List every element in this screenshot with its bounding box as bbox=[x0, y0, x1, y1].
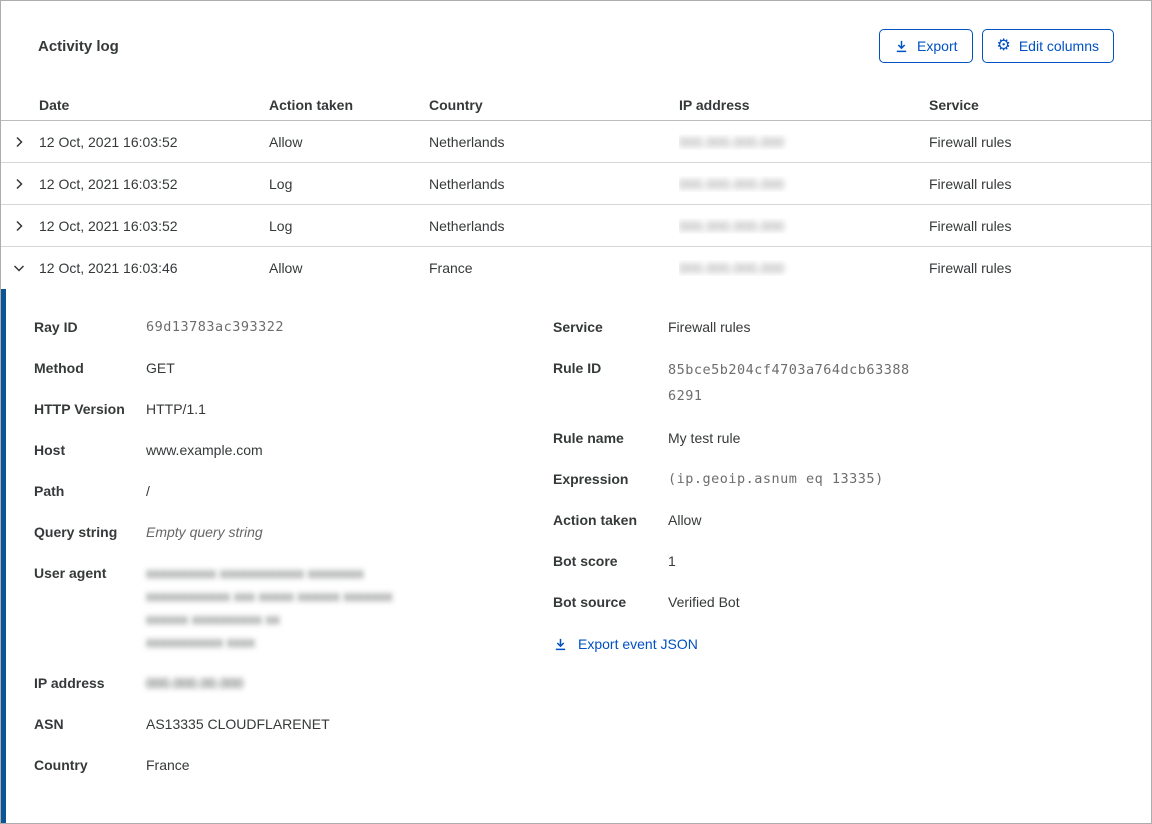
bot-source-value: Verified Bot bbox=[668, 594, 740, 610]
row-ip-redacted: 000.000.000.000 bbox=[679, 217, 785, 234]
chevron-right-icon[interactable] bbox=[11, 134, 27, 150]
rule-id-value: 85bce5b204cf4703a764dcb633886291 bbox=[668, 362, 910, 404]
chevron-down-icon[interactable] bbox=[11, 260, 27, 276]
rule-name-value: My test rule bbox=[668, 430, 741, 446]
row-ip-redacted: 000.000.000.000 bbox=[679, 260, 785, 276]
detail-item-action-taken: Action taken Allow bbox=[553, 509, 1151, 532]
row-date: 12 Oct, 2021 16:03:52 bbox=[39, 133, 178, 150]
download-icon bbox=[555, 638, 566, 650]
column-header-action: Action taken bbox=[269, 96, 354, 113]
asn-value: AS13335 CLOUDFLARENET bbox=[146, 716, 330, 732]
path-value: / bbox=[146, 483, 150, 499]
detail-item-service: Service Firewall rules bbox=[553, 316, 1151, 339]
gear-icon: ⚙ bbox=[996, 37, 1011, 54]
event-detail-right-column: Service Firewall rules Rule ID 85bce5b20… bbox=[553, 316, 1151, 823]
detail-item-ip-address: IP address 000.000.00.000 bbox=[34, 672, 553, 695]
detail-item-country: Country France bbox=[34, 754, 553, 777]
row-country: France bbox=[429, 260, 473, 276]
service-value: Firewall rules bbox=[668, 319, 751, 335]
table-row-expanded[interactable]: 12 Oct, 2021 16:03:46 Allow France 000.0… bbox=[1, 247, 1151, 289]
event-detail-left-column: Ray ID 69d13783ac393322 Method GET HTTP … bbox=[6, 316, 553, 823]
column-header-country: Country bbox=[429, 96, 483, 113]
row-country: Netherlands bbox=[429, 133, 505, 150]
detail-item-query-string: Query string Empty query string bbox=[34, 521, 553, 544]
topbar: Activity log Export ⚙ Edit columns bbox=[1, 1, 1151, 65]
method-value: GET bbox=[146, 360, 175, 376]
detail-item-host: Host www.example.com bbox=[34, 439, 553, 462]
row-date: 12 Oct, 2021 16:03:52 bbox=[39, 175, 178, 192]
export-button[interactable]: Export bbox=[879, 29, 973, 63]
expression-value: (ip.geoip.asnum eq 13335) bbox=[668, 471, 884, 487]
chevron-right-icon[interactable] bbox=[11, 176, 27, 192]
row-service: Firewall rules bbox=[929, 175, 1012, 192]
column-header-ip: IP address bbox=[679, 96, 750, 113]
row-ip-redacted: 000.000.000.000 bbox=[679, 175, 785, 192]
row-service: Firewall rules bbox=[929, 133, 1012, 150]
activity-log-table: Date Action taken Country IP address Ser… bbox=[1, 89, 1151, 289]
table-row[interactable]: 12 Oct, 2021 16:03:52 Allow Netherlands … bbox=[1, 121, 1151, 163]
chevron-right-icon[interactable] bbox=[11, 218, 27, 234]
detail-item-ray-id: Ray ID 69d13783ac393322 bbox=[34, 316, 553, 339]
export-event-json-link[interactable]: Export event JSON bbox=[553, 636, 698, 652]
table-row[interactable]: 12 Oct, 2021 16:03:52 Log Netherlands 00… bbox=[1, 163, 1151, 205]
row-country: Netherlands bbox=[429, 175, 505, 192]
detail-item-method: Method GET bbox=[34, 357, 553, 380]
event-detail-panel: Ray ID 69d13783ac393322 Method GET HTTP … bbox=[1, 289, 1151, 823]
column-header-service: Service bbox=[929, 96, 979, 113]
row-action: Allow bbox=[269, 133, 303, 150]
table-row[interactable]: 12 Oct, 2021 16:03:52 Log Netherlands 00… bbox=[1, 205, 1151, 247]
toolbar: Export ⚙ Edit columns bbox=[879, 29, 1114, 63]
detail-item-http-version: HTTP Version HTTP/1.1 bbox=[34, 398, 553, 421]
table-header-row: Date Action taken Country IP address Ser… bbox=[1, 89, 1151, 121]
detail-item-rule-id: Rule ID 85bce5b204cf4703a764dcb633886291 bbox=[553, 357, 1151, 409]
row-date: 12 Oct, 2021 16:03:46 bbox=[39, 260, 178, 276]
row-action: Allow bbox=[269, 260, 303, 276]
detail-item-expression: Expression (ip.geoip.asnum eq 13335) bbox=[553, 468, 1151, 491]
export-button-label: Export bbox=[917, 38, 958, 54]
query-string-value: Empty query string bbox=[146, 524, 263, 540]
ip-address-redacted: 000.000.00.000 bbox=[146, 675, 244, 691]
download-icon bbox=[896, 40, 907, 52]
export-event-json-label: Export event JSON bbox=[578, 636, 698, 652]
bot-score-value: 1 bbox=[668, 553, 676, 569]
detail-item-bot-score: Bot score 1 bbox=[553, 550, 1151, 573]
detail-item-asn: ASN AS13335 CLOUDFLARENET bbox=[34, 713, 553, 736]
detail-item-rule-name: Rule name My test rule bbox=[553, 427, 1151, 450]
activity-log-panel: Activity log Export ⚙ Edit columns Date … bbox=[0, 0, 1152, 824]
http-version-value: HTTP/1.1 bbox=[146, 401, 206, 417]
row-action: Log bbox=[269, 217, 293, 234]
edit-columns-button[interactable]: ⚙ Edit columns bbox=[981, 29, 1114, 63]
column-header-date: Date bbox=[39, 96, 70, 113]
edit-columns-button-label: Edit columns bbox=[1018, 38, 1099, 54]
detail-item-bot-source: Bot source Verified Bot bbox=[553, 591, 1151, 614]
detail-item-path: Path / bbox=[34, 480, 553, 503]
host-value: www.example.com bbox=[146, 442, 263, 458]
row-service: Firewall rules bbox=[929, 260, 1012, 276]
action-taken-value: Allow bbox=[668, 512, 702, 528]
row-ip-redacted: 000.000.000.000 bbox=[679, 133, 785, 150]
user-agent-redacted: xxxxxxxxxx xxxxxxxxxxxx xxxxxxxx xxxxxxx… bbox=[146, 565, 393, 650]
row-service: Firewall rules bbox=[929, 217, 1012, 234]
ray-id-value: 69d13783ac393322 bbox=[146, 319, 285, 335]
page-title: Activity log bbox=[38, 37, 119, 55]
detail-item-user-agent: User agent xxxxxxxxxx xxxxxxxxxxxx xxxxx… bbox=[34, 562, 553, 654]
country-value: France bbox=[146, 757, 190, 773]
row-country: Netherlands bbox=[429, 217, 505, 234]
row-action: Log bbox=[269, 175, 293, 192]
row-date: 12 Oct, 2021 16:03:52 bbox=[39, 217, 178, 234]
